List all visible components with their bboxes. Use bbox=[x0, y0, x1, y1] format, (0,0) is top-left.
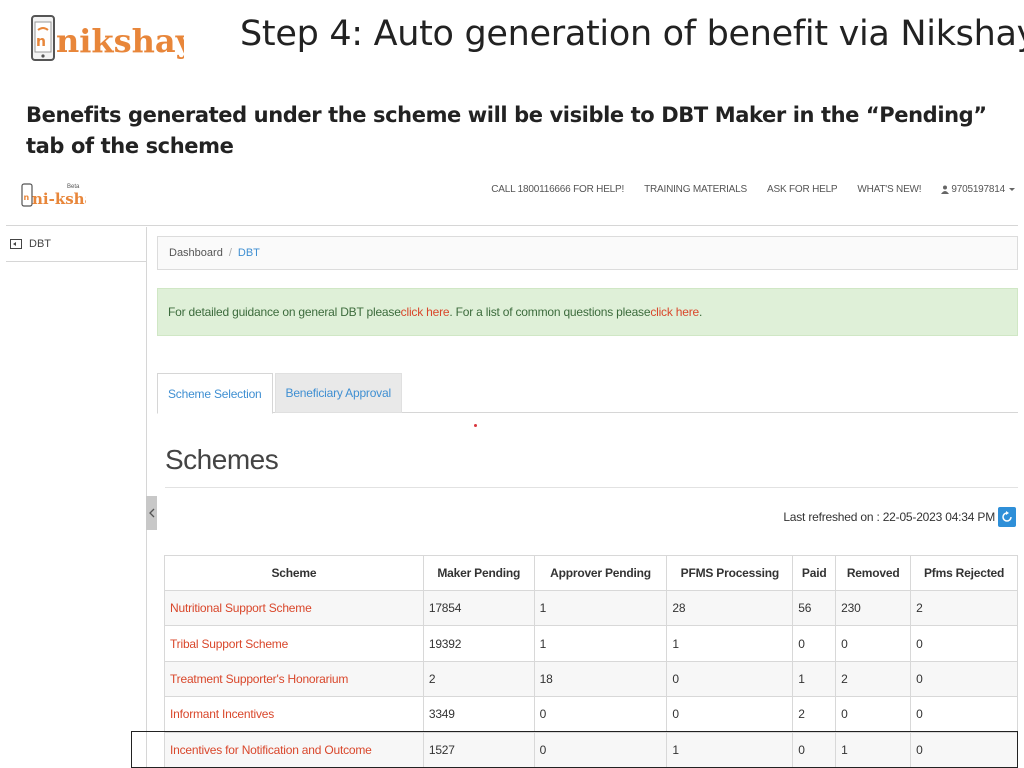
col-maker-pending[interactable]: Maker Pending bbox=[422, 555, 535, 591]
maker-pending-cell: 19392 bbox=[422, 625, 535, 662]
sidebar-item-label: DBT bbox=[29, 238, 51, 250]
heading-divider bbox=[165, 487, 1018, 488]
pfms-rejected-cell: 0 bbox=[910, 696, 1018, 733]
col-pfms-processing[interactable]: PFMS Processing bbox=[666, 555, 794, 591]
sidebar-item-dbt[interactable]: DBT bbox=[6, 227, 146, 262]
whats-new-link[interactable]: WHAT'S NEW! bbox=[857, 184, 921, 195]
top-nav: CALL 1800116666 FOR HELP! TRAINING MATER… bbox=[471, 184, 1018, 195]
scheme-name-link[interactable]: Nutritional Support Scheme bbox=[164, 589, 424, 627]
maker-pending-cell: 3349 bbox=[422, 696, 535, 733]
paid-cell: 0 bbox=[792, 731, 837, 768]
app-logo[interactable]: n ni-kshay Beta bbox=[20, 178, 104, 212]
alert-text-3: . bbox=[699, 305, 703, 319]
nikshay-app-logo-icon: n ni-kshay Beta bbox=[21, 183, 104, 208]
dbt-icon bbox=[10, 239, 22, 249]
approver-pending-cell: 18 bbox=[533, 660, 668, 698]
pfms-rejected-cell: 0 bbox=[910, 660, 1018, 698]
ask-for-help-link[interactable]: ASK FOR HELP bbox=[767, 184, 838, 195]
maker-pending-cell: 2 bbox=[422, 660, 535, 698]
dbt-tabs: Scheme Selection Beneficiary Approval bbox=[157, 373, 1018, 414]
approver-pending-cell: 1 bbox=[533, 589, 668, 627]
paid-cell: 56 bbox=[792, 589, 837, 627]
scheme-name-link[interactable]: Treatment Supporter's Honorarium bbox=[164, 660, 424, 698]
table-row: Tribal Support Scheme 19392 1 1 0 0 0 bbox=[164, 625, 1018, 662]
sidebar: DBT bbox=[6, 227, 147, 768]
tab-scheme-selection[interactable]: Scheme Selection bbox=[157, 373, 273, 414]
table-row: Informant Incentives 3349 0 0 2 0 0 bbox=[164, 696, 1018, 733]
user-icon bbox=[941, 185, 950, 194]
pfms-processing-cell: 0 bbox=[666, 696, 794, 733]
call-help-link[interactable]: CALL 1800116666 FOR HELP! bbox=[491, 184, 624, 195]
breadcrumb-dashboard[interactable]: Dashboard bbox=[169, 247, 223, 259]
beta-badge: Beta bbox=[67, 184, 80, 190]
col-scheme[interactable]: Scheme bbox=[164, 555, 424, 591]
scheme-name-link[interactable]: Tribal Support Scheme bbox=[164, 625, 424, 662]
table-row: Incentives for Notification and Outcome … bbox=[164, 731, 1018, 768]
scheme-name-link[interactable]: Incentives for Notification and Outcome bbox=[164, 731, 424, 768]
removed-cell: 2 bbox=[835, 660, 912, 698]
breadcrumb-separator: / bbox=[228, 247, 232, 259]
svg-text:n: n bbox=[36, 34, 46, 50]
slide-title: Step 4: Auto generation of benefit via N… bbox=[240, 14, 1024, 54]
alert-text-2: . For a list of common questions please bbox=[449, 305, 651, 319]
refresh-button[interactable] bbox=[998, 507, 1016, 527]
paid-cell: 2 bbox=[792, 696, 837, 733]
alert-text-1: For detailed guidance on general DBT ple… bbox=[168, 305, 401, 319]
breadcrumb: Dashboard / DBT bbox=[157, 236, 1018, 270]
pfms-processing-cell: 28 bbox=[666, 589, 794, 627]
faq-click-here-link[interactable]: click here bbox=[650, 305, 699, 319]
approver-pending-cell: 0 bbox=[533, 731, 668, 768]
scheme-name-link[interactable]: Informant Incentives bbox=[164, 696, 424, 733]
chevron-left-icon bbox=[148, 508, 154, 518]
tab-beneficiary-approval[interactable]: Beneficiary Approval bbox=[274, 373, 402, 413]
caret-down-icon bbox=[1009, 187, 1015, 191]
app-logo-text: ni-kshay bbox=[32, 190, 86, 208]
table-row: Nutritional Support Scheme 17854 1 28 56… bbox=[164, 589, 1018, 627]
schemes-heading: Schemes bbox=[165, 444, 279, 475]
svg-text:n: n bbox=[24, 193, 30, 202]
maker-pending-cell: 1527 bbox=[422, 731, 535, 768]
paid-cell: 0 bbox=[792, 625, 837, 662]
col-removed[interactable]: Removed bbox=[835, 555, 912, 591]
table-header-row: Scheme Maker Pending Approver Pending PF… bbox=[164, 555, 1018, 591]
schemes-table: Scheme Maker Pending Approver Pending PF… bbox=[164, 555, 1018, 768]
col-approver-pending[interactable]: Approver Pending bbox=[533, 555, 668, 591]
approver-pending-cell: 1 bbox=[533, 625, 668, 662]
guidance-alert: For detailed guidance on general DBT ple… bbox=[157, 288, 1018, 336]
last-refreshed: Last refreshed on : 22-05-2023 04:34 PM bbox=[783, 507, 1016, 527]
slide-subtitle: Benefits generated under the scheme will… bbox=[26, 103, 987, 158]
pfms-rejected-cell: 0 bbox=[910, 731, 1018, 768]
sidebar-collapse-button[interactable] bbox=[146, 496, 157, 530]
user-phone: 9705197814 bbox=[951, 184, 1005, 195]
refresh-icon bbox=[1002, 511, 1012, 522]
guidance-click-here-link[interactable]: click here bbox=[401, 305, 450, 319]
pfms-rejected-cell: 2 bbox=[910, 589, 1018, 627]
training-materials-link[interactable]: TRAINING MATERIALS bbox=[644, 184, 747, 195]
breadcrumb-dbt: DBT bbox=[237, 247, 260, 259]
removed-cell: 1 bbox=[835, 731, 912, 768]
removed-cell: 0 bbox=[835, 696, 912, 733]
pfms-processing-cell: 1 bbox=[666, 731, 794, 768]
approver-pending-cell: 0 bbox=[533, 696, 668, 733]
removed-cell: 230 bbox=[835, 589, 912, 627]
pfms-processing-cell: 0 bbox=[666, 660, 794, 698]
paid-cell: 1 bbox=[792, 660, 837, 698]
pfms-rejected-cell: 0 bbox=[910, 625, 1018, 662]
user-menu[interactable]: 9705197814 bbox=[941, 184, 1018, 195]
pfms-processing-cell: 1 bbox=[666, 625, 794, 662]
red-dot-marker bbox=[474, 424, 477, 427]
last-refreshed-text: Last refreshed on : 22-05-2023 04:34 PM bbox=[783, 510, 995, 524]
col-pfms-rejected[interactable]: Pfms Rejected bbox=[910, 555, 1018, 591]
phone-logo-icon: n nikshay bbox=[31, 15, 196, 61]
col-paid[interactable]: Paid bbox=[792, 555, 837, 591]
nikshay-wordmark: nikshay bbox=[56, 22, 184, 60]
app-header: n ni-kshay Beta CALL 1800116666 FOR HELP… bbox=[6, 170, 1018, 226]
nikshay-logo: n nikshay bbox=[28, 12, 196, 74]
maker-pending-cell: 17854 bbox=[422, 589, 535, 627]
table-row: Treatment Supporter's Honorarium 2 18 0 … bbox=[164, 660, 1018, 698]
removed-cell: 0 bbox=[835, 625, 912, 662]
